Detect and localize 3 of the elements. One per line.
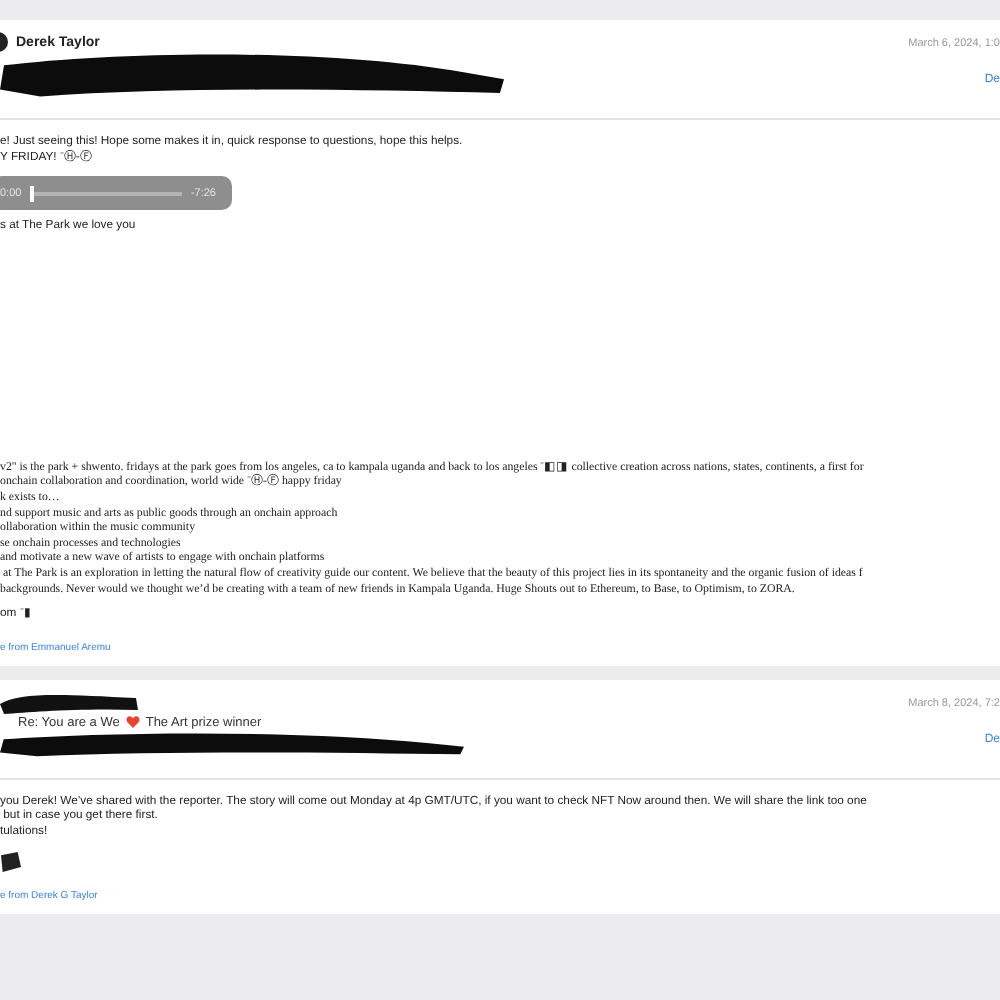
audio-slider-thumb[interactable] [29, 185, 34, 202]
heart-icon [125, 716, 140, 729]
redaction-mark [0, 851, 22, 871]
